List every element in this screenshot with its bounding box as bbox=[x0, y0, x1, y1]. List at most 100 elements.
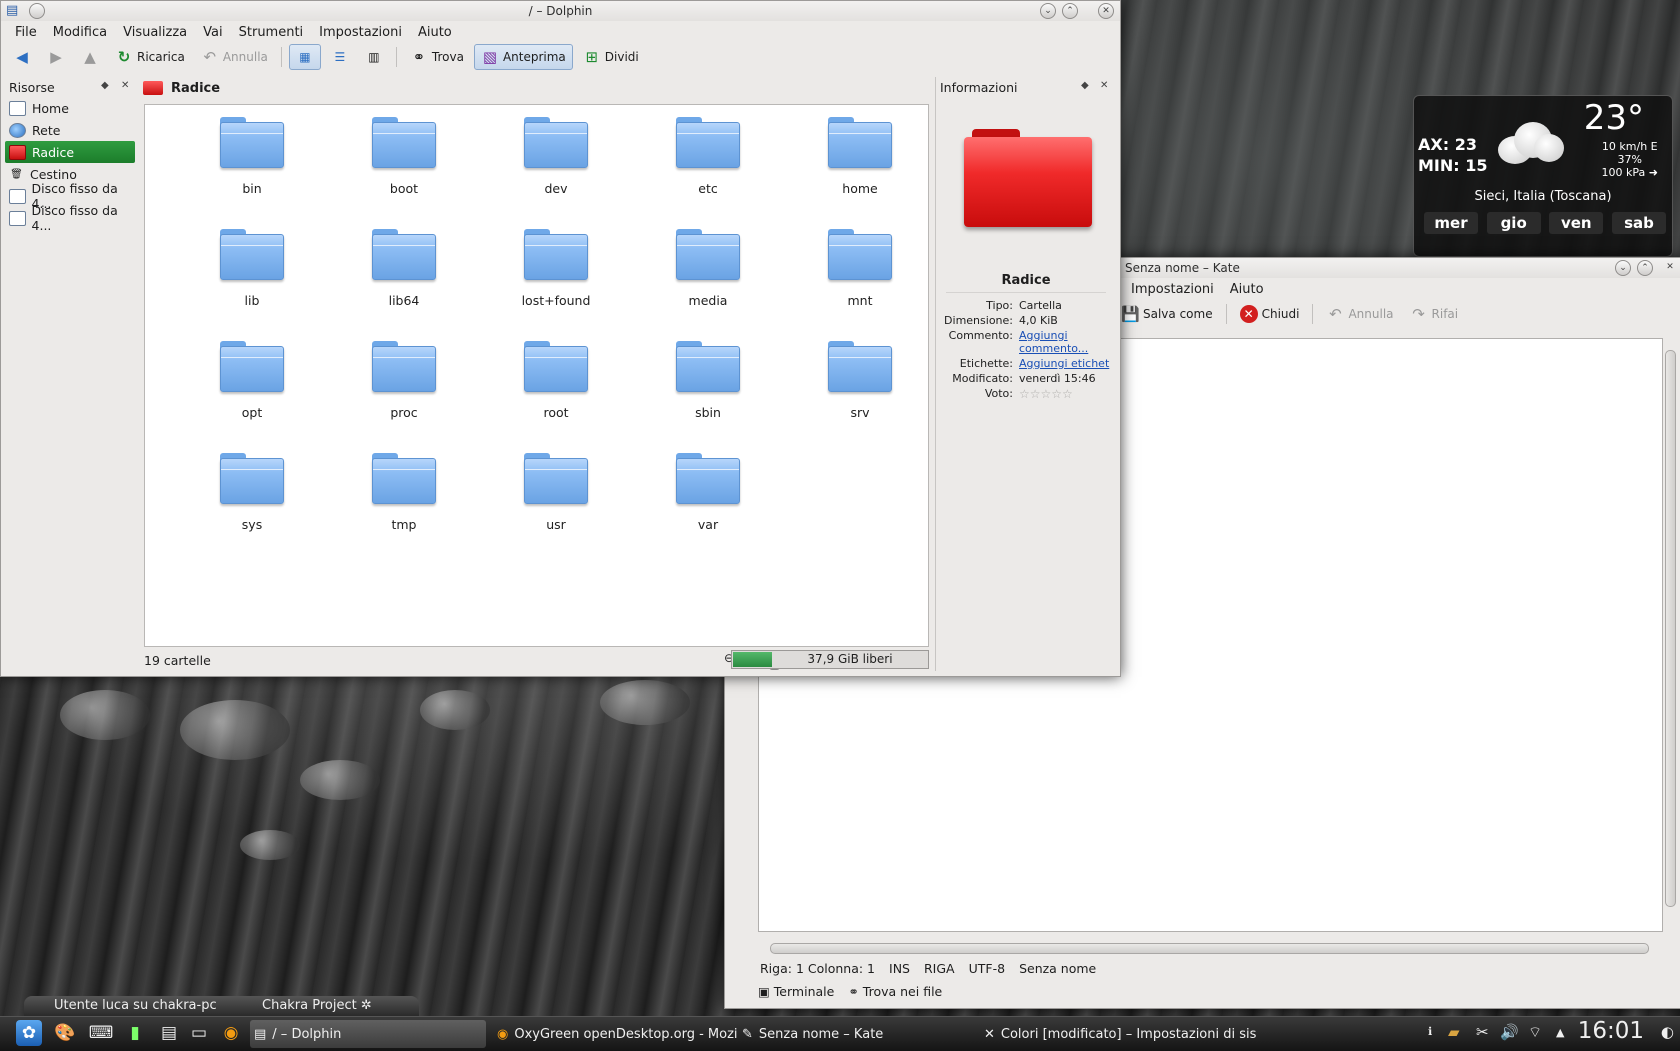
pager-icon[interactable]: ▤ bbox=[156, 1020, 182, 1046]
save-as-button[interactable]: 💾 Salva come bbox=[1115, 302, 1219, 326]
clock[interactable]: 16:01 bbox=[1578, 1018, 1644, 1044]
system-monitor-icon[interactable]: ▮ bbox=[122, 1020, 148, 1046]
places-item[interactable]: Rete bbox=[5, 119, 138, 141]
taskbar-task[interactable]: ✎ Senza nome – Kate bbox=[738, 1020, 978, 1048]
folder-item[interactable]: lib64 bbox=[328, 225, 480, 337]
encoding[interactable]: UTF-8 bbox=[969, 961, 1005, 976]
forward-button[interactable]: ▶ bbox=[41, 45, 71, 69]
taskbar-task[interactable]: ▤ / – Dolphin bbox=[250, 1020, 486, 1048]
cashew-icon[interactable]: ◐ bbox=[1661, 1023, 1674, 1041]
menu-impostazioni[interactable]: Impostazioni bbox=[311, 25, 410, 40]
taskbar-task[interactable]: ✕ Colori [modificato] – Impostazioni di s… bbox=[980, 1020, 1256, 1048]
folder-item[interactable]: srv bbox=[784, 337, 936, 449]
kickoff-menu-icon[interactable]: ✿ bbox=[16, 1020, 42, 1046]
reload-button[interactable]: ↻ Ricarica bbox=[109, 45, 191, 69]
folder-item[interactable]: home bbox=[784, 113, 936, 225]
find-button[interactable]: ⚭ Trova bbox=[404, 45, 470, 69]
columns-view-button[interactable]: ▥ bbox=[359, 45, 389, 69]
folder-item[interactable]: var bbox=[632, 449, 784, 561]
firefox-icon[interactable]: ◉ bbox=[218, 1020, 244, 1046]
vertical-scrollbar[interactable] bbox=[1663, 338, 1677, 928]
columns-view-icon: ▥ bbox=[368, 50, 380, 64]
menu-modifica[interactable]: Modifica bbox=[45, 25, 115, 40]
folder-item[interactable]: dev bbox=[480, 113, 632, 225]
weather-wind: 10 km/h E bbox=[1601, 140, 1658, 153]
menu-impostazioni[interactable]: Impostazioni bbox=[1123, 282, 1222, 297]
desktop-icon[interactable]: ▭ bbox=[186, 1020, 212, 1046]
volume-icon[interactable]: 🔊 bbox=[1500, 1023, 1519, 1041]
folder-item[interactable]: opt bbox=[176, 337, 328, 449]
menu-aiuto[interactable]: Aiuto bbox=[410, 25, 460, 40]
close-button[interactable]: ✕ bbox=[1663, 260, 1677, 274]
expand-tray-icon[interactable]: ▲ bbox=[1556, 1026, 1564, 1039]
split-button[interactable]: ⊞ Dividi bbox=[577, 45, 645, 69]
places-item[interactable]: Disco fisso da 4... bbox=[5, 203, 138, 233]
horizontal-scrollbar[interactable] bbox=[758, 942, 1661, 954]
folder-item[interactable]: etc bbox=[632, 113, 784, 225]
folder-item[interactable]: usr bbox=[480, 449, 632, 561]
float-panel-icon[interactable]: ◆ bbox=[1081, 80, 1089, 91]
network-icon bbox=[9, 122, 26, 138]
info-link[interactable]: Aggiungi etichet bbox=[1019, 357, 1112, 370]
up-button[interactable]: ▲ bbox=[75, 45, 105, 69]
trash-icon: 🗑 bbox=[10, 168, 23, 180]
undo-button[interactable]: ↶ Annulla bbox=[1320, 302, 1399, 326]
info-link[interactable]: Aggiungi commento... bbox=[1019, 329, 1112, 355]
menu-aiuto[interactable]: Aiuto bbox=[1222, 282, 1272, 297]
close-document-button[interactable]: ✕ Chiudi bbox=[1234, 302, 1306, 326]
places-item[interactable]: Radice bbox=[5, 141, 135, 163]
details-view-button[interactable]: ☰ bbox=[325, 45, 355, 69]
clipboard-icon[interactable]: ▰ bbox=[1448, 1023, 1460, 1041]
file-view[interactable]: bin boot dev etc home lib lib64 lost+found media… bbox=[144, 104, 929, 647]
terminal-tab[interactable]: ▣ Terminale bbox=[758, 984, 834, 999]
find-in-files-tab[interactable]: ⚭ Trova nei file bbox=[848, 984, 942, 999]
klipper-icon[interactable]: ✂ bbox=[1476, 1023, 1489, 1041]
rating-stars[interactable]: ☆☆☆☆☆ bbox=[1019, 387, 1112, 401]
keyboard-icon[interactable]: ⌨ bbox=[88, 1020, 114, 1046]
close-panel-icon[interactable]: ✕ bbox=[121, 80, 129, 91]
scrollbar-handle[interactable] bbox=[770, 943, 1649, 954]
paint-palette-icon[interactable]: 🎨 bbox=[52, 1020, 78, 1046]
folder-item[interactable]: bin bbox=[176, 113, 328, 225]
scrollbar-handle[interactable] bbox=[1665, 350, 1676, 907]
dolphin-menubar: File Modifica Visualizza Vai Strumenti I… bbox=[1, 21, 1120, 43]
minimize-button[interactable]: ⌄ bbox=[1040, 3, 1056, 19]
folder-item[interactable]: mnt bbox=[784, 225, 936, 337]
weather-widget[interactable]: 23° AX: 23 MIN: 15 10 km/h E 37% 100 kPa… bbox=[1413, 95, 1673, 257]
folder-item[interactable]: tmp bbox=[328, 449, 480, 561]
folder-item[interactable]: media bbox=[632, 225, 784, 337]
folder-item[interactable]: lost+found bbox=[480, 225, 632, 337]
places-panel-header: Risorse ◆ ✕ bbox=[5, 77, 138, 97]
selection-mode[interactable]: RIGA bbox=[924, 961, 955, 976]
maximize-button[interactable]: ⌃ bbox=[1637, 260, 1653, 276]
back-button[interactable]: ◀ bbox=[7, 45, 37, 69]
used-space-fill bbox=[733, 652, 772, 667]
close-panel-icon[interactable]: ✕ bbox=[1100, 80, 1108, 91]
places-item[interactable]: Home bbox=[5, 97, 138, 119]
location-bar[interactable]: Radice bbox=[143, 77, 931, 99]
menu-strumenti[interactable]: Strumenti bbox=[231, 25, 312, 40]
taskbar-task[interactable]: ◉ OxyGreen openDesktop.org - Mozilla bbox=[493, 1020, 737, 1048]
maximize-button[interactable]: ⌃ bbox=[1062, 3, 1078, 19]
info-icon[interactable]: ℹ bbox=[1428, 1025, 1432, 1038]
menu-file[interactable]: File bbox=[7, 25, 45, 40]
close-button[interactable]: ✕ bbox=[1098, 3, 1114, 19]
folder-item[interactable]: boot bbox=[328, 113, 480, 225]
dolphin-titlebar[interactable]: ▤ / – Dolphin ⌄ ⌃ ✕ bbox=[1, 1, 1120, 21]
undo-button[interactable]: ↶ Annulla bbox=[195, 45, 274, 69]
menu-vai[interactable]: Vai bbox=[195, 25, 230, 40]
preview-button[interactable]: ▧ Anteprima bbox=[473, 44, 573, 70]
dolphin-window[interactable]: ▤ / – Dolphin ⌄ ⌃ ✕ File Modifica Visual… bbox=[0, 0, 1121, 677]
folder-item[interactable]: proc bbox=[328, 337, 480, 449]
redo-button[interactable]: ↷ Rifai bbox=[1404, 302, 1465, 326]
icons-view-button[interactable]: ▦ bbox=[288, 44, 321, 70]
folder-item[interactable]: lib bbox=[176, 225, 328, 337]
insert-mode[interactable]: INS bbox=[889, 961, 910, 976]
minimize-button[interactable]: ⌄ bbox=[1615, 260, 1631, 276]
float-panel-icon[interactable]: ◆ bbox=[101, 80, 109, 91]
menu-visualizza[interactable]: Visualizza bbox=[115, 25, 195, 40]
folder-item[interactable]: sys bbox=[176, 449, 328, 561]
folder-item[interactable]: sbin bbox=[632, 337, 784, 449]
network-icon[interactable]: ⌔ bbox=[1528, 1023, 1542, 1042]
folder-item[interactable]: root bbox=[480, 337, 632, 449]
